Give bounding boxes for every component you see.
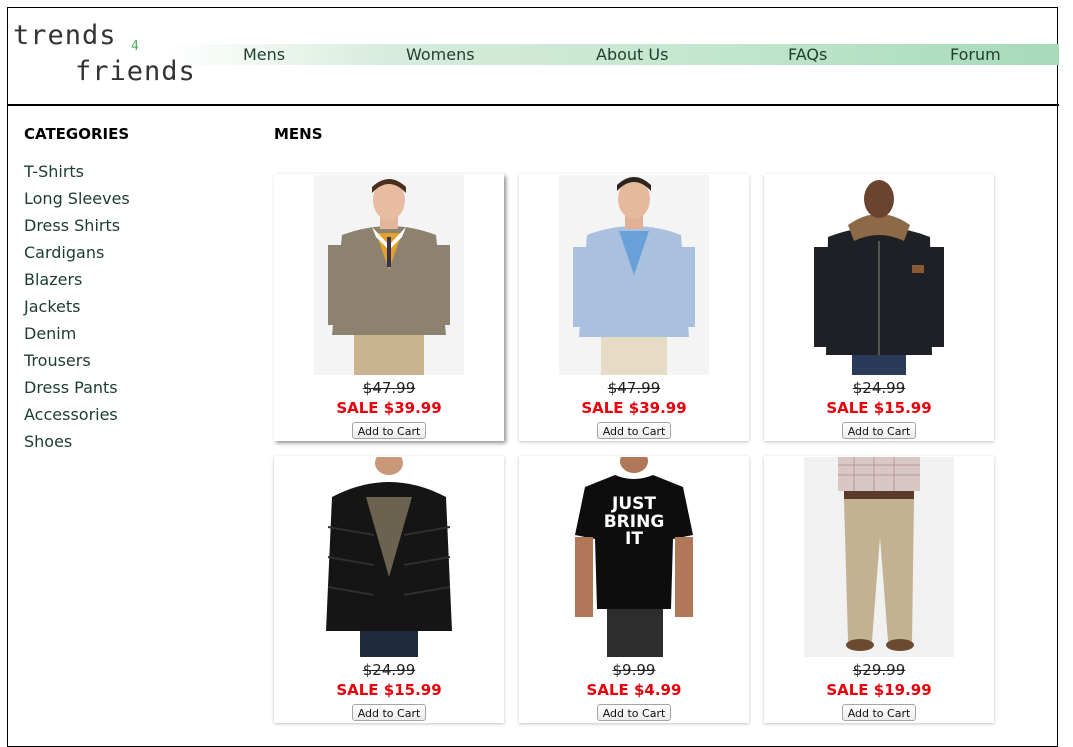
site-logo[interactable]: trends 4 friends [13,20,195,90]
sale-price: SALE $15.99 [826,399,932,417]
product-image-khaki-trousers[interactable] [804,457,954,657]
nav-forum[interactable]: Forum [950,44,1001,65]
add-to-cart-button[interactable]: Add to Cart [352,422,426,439]
sale-price: SALE $19.99 [826,681,932,699]
page-frame: trends 4 friends Mens Womens About Us FA… [7,7,1059,747]
original-price: $47.99 [362,379,416,397]
category-item-dress-pants[interactable]: Dress Pants [24,374,130,401]
tshirt-text-line1: JUST [611,494,656,514]
original-price: $47.99 [607,379,661,397]
original-price: $24.99 [362,661,416,679]
product-card[interactable]: $47.99 SALE $39.99 Add to Cart [274,174,504,441]
category-item-accessories[interactable]: Accessories [24,401,130,428]
product-card[interactable]: $47.99 SALE $39.99 Add to Cart [519,174,749,441]
original-price: $24.99 [852,379,906,397]
category-item-t-shirts[interactable]: T-Shirts [24,158,130,185]
product-image-black-tshirt[interactable]: JUST BRING IT [559,457,709,657]
category-item-long-sleeves[interactable]: Long Sleeves [24,185,130,212]
add-to-cart-button[interactable]: Add to Cart [352,704,426,721]
original-price: $9.99 [612,661,656,679]
category-item-blazers[interactable]: Blazers [24,266,130,293]
category-item-denim[interactable]: Denim [24,320,130,347]
sale-price: SALE $15.99 [336,681,442,699]
categories-title: CATEGORIES [24,125,130,143]
nav-womens[interactable]: Womens [406,44,475,65]
nav-mens[interactable]: Mens [243,44,285,65]
category-item-cardigans[interactable]: Cardigans [24,239,130,266]
category-list: T-Shirts Long Sleeves Dress Shirts Cardi… [24,158,130,455]
product-card[interactable]: $24.99 SALE $15.99 Add to Cart [274,456,504,723]
sale-price: SALE $39.99 [581,399,687,417]
category-item-trousers[interactable]: Trousers [24,347,130,374]
section-title: MENS [274,125,323,143]
nav-faqs[interactable]: FAQs [788,44,827,65]
add-to-cart-button[interactable]: Add to Cart [597,704,671,721]
product-card[interactable]: $29.99 SALE $19.99 Add to Cart [764,456,994,723]
tshirt-text-line3: IT [625,529,643,549]
logo-line1: trends [13,20,117,51]
add-to-cart-button[interactable]: Add to Cart [597,422,671,439]
category-item-jackets[interactable]: Jackets [24,293,130,320]
product-card[interactable]: $24.99 SALE $15.99 Add to Cart [764,174,994,441]
add-to-cart-button[interactable]: Add to Cart [842,422,916,439]
main-nav: Mens Womens About Us FAQs Forum [168,44,1059,65]
product-image-black-parka[interactable] [804,175,954,375]
product-card[interactable]: JUST BRING IT $9.99 SALE $4.99 Add to Ca… [519,456,749,723]
original-price: $29.99 [852,661,906,679]
sale-price: SALE $4.99 [586,681,682,699]
product-image-light-blue-blazer[interactable] [559,175,709,375]
add-to-cart-button[interactable]: Add to Cart [842,704,916,721]
product-image-black-puffer[interactable] [314,457,464,657]
nav-about-us[interactable]: About Us [596,44,668,65]
product-image-tweed-blazer[interactable] [314,175,464,375]
sale-price: SALE $39.99 [336,399,442,417]
category-item-dress-shirts[interactable]: Dress Shirts [24,212,130,239]
site-header: trends 4 friends Mens Womens About Us FA… [8,8,1059,106]
logo-line2: 4 [131,39,139,54]
category-item-shoes[interactable]: Shoes [24,428,130,455]
